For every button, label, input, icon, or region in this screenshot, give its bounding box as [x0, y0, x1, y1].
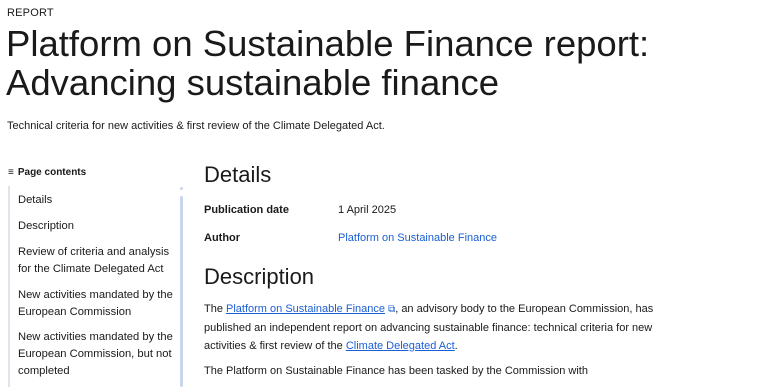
list-icon: ≡ [8, 167, 14, 178]
toc-scrollbar-cap [180, 187, 183, 190]
climate-delegated-act-link[interactable]: Climate Delegated Act [346, 340, 455, 352]
description-text-end: . [454, 340, 458, 352]
author-link[interactable]: Platform on Sustainable Finance [338, 232, 497, 244]
details-heading: Details [204, 162, 272, 187]
page-title: Platform on Sustainable Finance report: … [6, 23, 650, 103]
description-heading: Description [204, 264, 315, 289]
author-label: Author [204, 232, 241, 244]
content-type-label: REPORT [7, 7, 54, 19]
toc-item-new-activities[interactable]: New activities mandated by the European … [10, 287, 184, 321]
platform-link[interactable]: Platform on Sustainable Finance [226, 303, 385, 315]
publication-date-label: Publication date [204, 204, 289, 216]
page-subtitle: Technical criteria for new activities & … [7, 120, 385, 132]
toc-item-details[interactable]: Details [10, 192, 58, 209]
toc-item-description[interactable]: Description [10, 218, 80, 235]
page-contents-heading: ≡ Page contents [8, 167, 86, 178]
toc-scrollbar-thumb[interactable] [180, 196, 183, 387]
description-paragraph-2: The Platform on Sustainable Finance has … [204, 365, 588, 377]
description-paragraph-1: The Platform on Sustainable Finance ⧉, a… [204, 300, 664, 355]
description-text-start: The [204, 303, 227, 315]
page-contents-label: Page contents [17, 167, 87, 178]
toc-item-new-activities-not-completed[interactable]: New activities mandated by the European … [10, 329, 184, 380]
toc-item-review-of-criteria[interactable]: Review of criteria and analysis for the … [10, 244, 184, 278]
publication-date-value: 1 April 2025 [338, 204, 397, 216]
page-contents-nav: Details Description Review of criteria a… [8, 186, 184, 387]
